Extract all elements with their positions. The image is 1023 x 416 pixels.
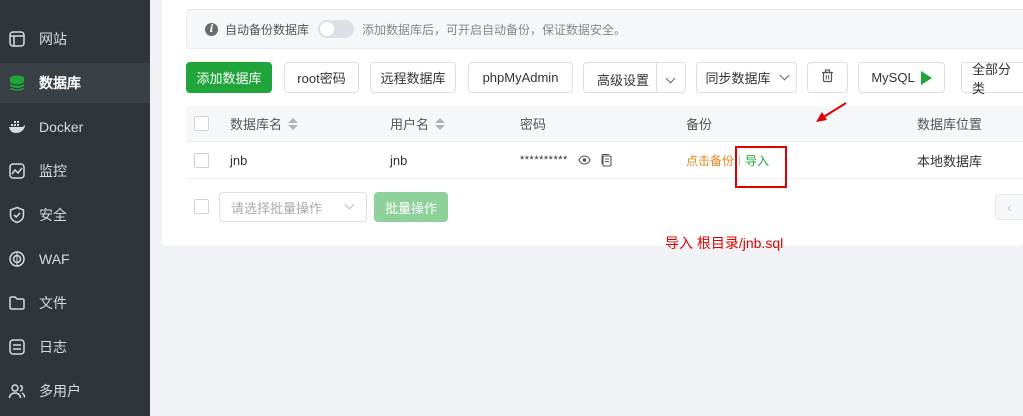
sidebar-item-label: 网站	[39, 31, 67, 47]
row-checkbox[interactable]	[194, 152, 209, 168]
sync-database-button[interactable]: 同步数据库	[696, 62, 797, 93]
mysql-label: MySQL	[871, 70, 915, 85]
auto-backup-label: 自动备份数据库	[225, 22, 310, 37]
chevron-down-icon[interactable]	[665, 73, 676, 84]
batch-operation-select[interactable]: 请选择批量操作	[219, 192, 367, 222]
sidebar: 网站 数据库 Docker 监控 安全 WAF 文件 日志 多用户	[0, 0, 150, 416]
sidebar-item-database[interactable]: 数据库	[0, 63, 150, 103]
sidebar-item-waf[interactable]: WAF	[0, 239, 150, 279]
trash-icon	[821, 69, 834, 86]
sidebar-item-label: 文件	[39, 295, 67, 311]
play-icon	[920, 70, 932, 85]
phpmyadmin-button[interactable]: phpMyAdmin	[468, 62, 573, 93]
database-name-cell: jnb	[230, 152, 248, 168]
batch-select-all-checkbox[interactable]	[194, 199, 209, 214]
waf-icon	[7, 249, 27, 269]
annotation-text: 导入 根目录/jnb.sql	[665, 235, 784, 251]
website-icon	[7, 29, 27, 49]
sidebar-item-website[interactable]: 网站	[0, 19, 150, 59]
toggle-knob	[320, 22, 335, 36]
select-all-checkbox[interactable]	[194, 116, 209, 131]
split-divider	[656, 63, 657, 92]
delete-button[interactable]	[807, 62, 848, 93]
advanced-settings-button[interactable]: 高级设置	[583, 62, 686, 93]
column-location: 数据库位置	[917, 117, 983, 132]
column-backup: 备份	[686, 117, 713, 132]
column-database-name[interactable]: 数据库名	[230, 106, 299, 141]
sidebar-item-label: 日志	[39, 339, 67, 355]
username-cell: jnb	[390, 152, 408, 168]
sidebar-item-label: Docker	[39, 119, 84, 135]
shield-icon	[7, 205, 27, 225]
database-icon	[7, 73, 27, 93]
select-all-cell	[194, 106, 209, 141]
sort-icon[interactable]	[435, 117, 446, 130]
remote-database-button[interactable]: 远程数据库	[370, 62, 456, 93]
sidebar-item-label: 安全	[39, 207, 67, 223]
eye-icon[interactable]	[577, 155, 591, 165]
folder-icon	[7, 293, 27, 313]
docker-icon	[7, 117, 27, 137]
sidebar-item-files[interactable]: 文件	[0, 283, 150, 323]
password-mask: **********	[520, 154, 568, 166]
sidebar-item-label: WAF	[39, 251, 70, 267]
location-cell: 本地数据库	[917, 153, 983, 169]
row-check-cell	[194, 142, 209, 178]
auto-backup-tip-text: 添加数据库后，可开启自动备份，保证数据安全。	[362, 22, 627, 37]
password-cell: **********	[520, 142, 612, 178]
backup-now-link[interactable]: 点击备份	[686, 152, 734, 169]
auto-backup-toggle[interactable]	[318, 20, 355, 38]
column-label: 数据库名	[230, 117, 283, 132]
users-icon	[7, 381, 27, 401]
sort-icon[interactable]	[288, 117, 299, 130]
sidebar-item-docker[interactable]: Docker	[0, 107, 150, 147]
sidebar-item-label: 监控	[39, 163, 67, 179]
column-username[interactable]: 用户名	[390, 106, 446, 141]
sidebar-item-logs[interactable]: 日志	[0, 327, 150, 367]
copy-icon[interactable]	[601, 153, 612, 167]
monitor-icon	[7, 161, 27, 181]
sidebar-item-security[interactable]: 安全	[0, 195, 150, 235]
sync-database-label: 同步数据库	[705, 71, 771, 86]
auto-backup-tip: i 自动备份数据库 添加数据库后，可开启自动备份，保证数据安全。	[186, 9, 1023, 49]
sidebar-item-label: 多用户	[39, 383, 81, 399]
log-icon	[7, 337, 27, 357]
sidebar-item-label: 数据库	[39, 75, 81, 91]
column-password: 密码	[520, 117, 547, 132]
add-database-button[interactable]: 添加数据库	[186, 62, 272, 93]
mysql-button[interactable]: MySQL	[858, 62, 945, 93]
sidebar-item-monitor[interactable]: 监控	[0, 151, 150, 191]
sidebar-item-multiuser[interactable]: 多用户	[0, 371, 150, 411]
root-password-button[interactable]: root密码	[284, 62, 359, 93]
table-row: jnb jnb ********** 点击备份 | 导入 本地数据库	[186, 142, 1023, 179]
advanced-settings-label: 高级设置	[597, 73, 650, 88]
batch-operation-button[interactable]: 批量操作	[374, 192, 448, 222]
batch-operation-placeholder: 请选择批量操作	[231, 200, 323, 216]
chevron-down-icon	[344, 199, 355, 210]
chevron-down-icon	[779, 70, 789, 81]
all-categories-select[interactable]: 全部分类	[961, 62, 1023, 96]
annotation-arrow-icon	[816, 102, 847, 122]
annotation-highlight-box	[735, 146, 787, 188]
table-header: 数据库名 用户名 密码 备份 数据库位置	[186, 106, 1023, 142]
pagination-prev-button[interactable]: ‹	[995, 194, 1023, 220]
info-icon: i	[205, 22, 218, 36]
column-label: 用户名	[390, 117, 430, 132]
